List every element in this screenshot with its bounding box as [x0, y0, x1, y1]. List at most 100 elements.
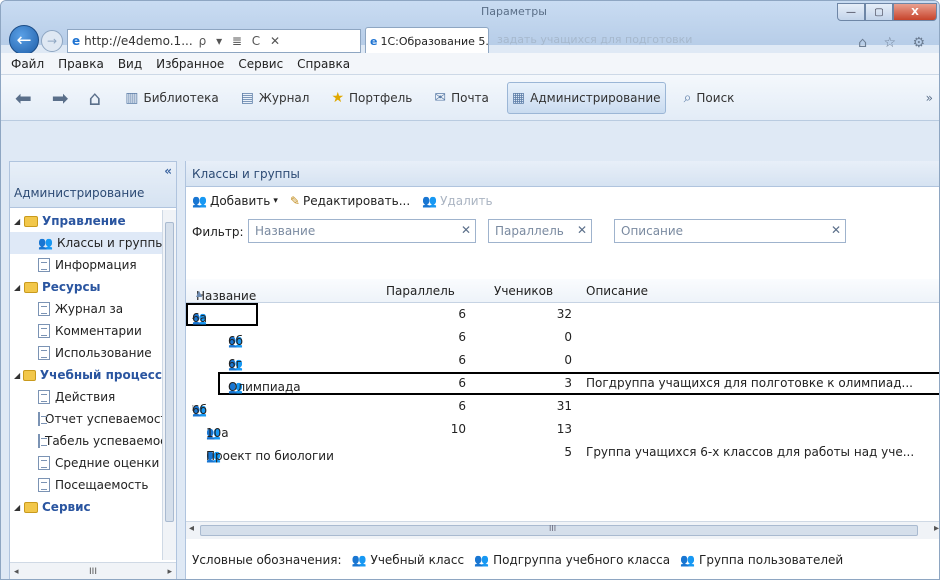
maximize-button[interactable]: ▢	[865, 3, 893, 21]
clear-parallel-icon[interactable]: ✕	[577, 223, 587, 237]
table-row[interactable]: 👥 10а 10 13	[186, 418, 939, 441]
table-row[interactable]: ▷ 👥 6б 6 31	[186, 395, 939, 418]
browser-tab[interactable]: e 1С:Образование 5. Школа ✕	[365, 27, 489, 55]
users-icon: 👥	[38, 236, 53, 250]
tree-item-usage[interactable]: Использование	[10, 342, 162, 364]
scroll-grip: III	[549, 524, 557, 533]
tree-item-info[interactable]: Информация	[10, 254, 162, 276]
main-title: Классы и группы	[186, 161, 939, 187]
toolbar-more-icon[interactable]: »	[926, 91, 933, 105]
toolbar-portfolio[interactable]: ★ Портфель	[327, 82, 416, 114]
menu-file[interactable]: Файл	[11, 57, 44, 71]
menu-favorites[interactable]: Избранное	[156, 57, 224, 71]
menu-view[interactable]: Вид	[118, 57, 142, 71]
add-button[interactable]: 👥 Добавить ▾	[192, 194, 278, 208]
delete-button[interactable]: 👥 Удалить	[422, 194, 492, 208]
toolbar-mail[interactable]: ✉ Почта	[430, 82, 493, 114]
expand-arrow-icon[interactable]: ◢	[14, 217, 24, 226]
filter-row: Фильтр: Название ✕ Параллель ✕ Описание …	[186, 217, 939, 247]
app-back-icon[interactable]: ⬅	[15, 86, 32, 110]
tree-label: Отчет успеваемости	[45, 412, 162, 426]
scroll-left-icon[interactable]: ◂	[189, 523, 194, 534]
tree-label: Посещаемость	[55, 478, 149, 492]
menu-tools[interactable]: Сервис	[238, 57, 283, 71]
back-button[interactable]: ←	[9, 25, 39, 55]
col-students[interactable]: Учеников	[494, 284, 553, 298]
filter-parallel-input[interactable]: Параллель ✕	[488, 219, 592, 243]
col-description[interactable]: Описание	[586, 284, 648, 298]
scroll-right-icon[interactable]: ▸	[934, 523, 939, 534]
row-description: Погдруппа учащихся для полготовке к олим…	[586, 376, 913, 390]
toolbar-library[interactable]: ▥ Библиотека	[121, 82, 222, 114]
tree-label: Табель успеваемости	[45, 434, 162, 448]
left-vertical-scrollbar[interactable]	[162, 210, 176, 560]
grid-toolbar: 👥 Добавить ▾ ✎ Редактировать... 👥 Удалить	[186, 187, 939, 215]
tree-group-service[interactable]: ◢ Сервис	[10, 496, 162, 518]
close-button[interactable]: X	[893, 3, 937, 21]
address-bar[interactable]: e http://e4demo.1... ρ ▾ ≣ C ✕	[67, 29, 361, 53]
tree-item-comments[interactable]: Комментарии	[10, 320, 162, 342]
filter-description-input[interactable]: Описание ✕	[614, 219, 846, 243]
menu-help[interactable]: Справка	[297, 57, 350, 71]
grid-horizontal-scrollbar[interactable]: ◂ III ▸	[186, 521, 939, 539]
minimize-button[interactable]: —	[837, 3, 865, 21]
main-panel: Классы и группы 👥 Добавить ▾ ✎ Редактироват…	[185, 161, 939, 579]
home-icon[interactable]: ⌂	[89, 86, 102, 110]
row-students: 13	[556, 422, 572, 436]
tree-item-actions[interactable]: Действия	[10, 386, 162, 408]
tree-item-report[interactable]: Отчет успеваемости	[10, 408, 162, 430]
address-tools[interactable]: ρ ▾ ≣ C ✕	[199, 34, 283, 48]
folder-icon	[24, 281, 38, 293]
col-parallel[interactable]: Параллель	[386, 284, 455, 298]
tree-label: Журнал за	[55, 302, 124, 316]
expand-arrow-icon[interactable]: ◢	[14, 503, 24, 512]
legend-class: 👥 Учебный класс	[352, 553, 465, 567]
scroll-left-icon[interactable]: ◂	[14, 567, 19, 577]
row-description: Группа учащихся 6-х классов для работы н…	[586, 445, 915, 459]
table-row[interactable]: 👥 Олимпиада 6 3 Погдруппа учащихся для по…	[186, 372, 939, 395]
tree-group-resources[interactable]: ◢ Ресурсы	[10, 276, 162, 298]
clear-description-icon[interactable]: ✕	[831, 223, 841, 237]
legend-class-label: Учебный класс	[370, 553, 465, 567]
edit-button[interactable]: ✎ Редактировать...	[290, 194, 410, 208]
row-name: Проект по биологии	[206, 449, 334, 463]
toolbar-journal[interactable]: ▤ Журнал	[237, 82, 314, 114]
row-students: 3	[564, 376, 572, 390]
scrollbar-thumb[interactable]: III	[200, 524, 918, 536]
table-row[interactable]: 👥 6б 6 0	[186, 326, 939, 349]
star-icon: ★	[331, 89, 344, 106]
tree-item-attendance[interactable]: Посещаемость	[10, 474, 162, 496]
tree-group-management[interactable]: ◢ Управление	[10, 210, 162, 232]
left-panel-title: Администрирование	[14, 186, 145, 200]
forward-button[interactable]: →	[41, 30, 63, 52]
clear-name-icon[interactable]: ✕	[461, 223, 471, 237]
tree-item-classes[interactable]: 👥 Классы и группы	[10, 232, 162, 254]
expand-arrow-icon[interactable]: ◢	[14, 283, 24, 292]
ie-icon: e	[72, 34, 81, 48]
tree-item-table[interactable]: Табель успеваемости	[10, 430, 162, 452]
document-icon	[38, 346, 50, 360]
left-horizontal-scrollbar[interactable]: ◂ III ▸	[10, 562, 176, 579]
row-parallel: 10	[450, 422, 466, 436]
tree-item-averages[interactable]: Средние оценки	[10, 452, 162, 474]
tree-item-journal[interactable]: Журнал за	[10, 298, 162, 320]
left-panel-header: « Администрирование	[10, 162, 176, 208]
app-forward-icon[interactable]: ➡	[52, 86, 69, 110]
table-row[interactable]: 👥 Проект по биологии 5 Группа учащихся 6-…	[186, 441, 939, 464]
document-icon	[38, 302, 50, 316]
menu-edit[interactable]: Правка	[58, 57, 104, 71]
collapse-panel-icon[interactable]: «	[164, 164, 172, 178]
toolbar-admin[interactable]: ▦ Администрирование	[506, 81, 666, 114]
tree-group-learning[interactable]: ◢ Учебный процесс	[10, 364, 162, 386]
tab-label: 1С:Образование 5. Школа	[380, 35, 489, 48]
toolbar-journal-label: Журнал	[258, 90, 310, 105]
table-row[interactable]: ◢ 👥 6а 6 32	[186, 303, 939, 326]
legend-subgroup: 👥 Подгруппа учебного класса	[474, 553, 670, 567]
table-row[interactable]: 👥 6г 6 0	[186, 349, 939, 372]
toolbar-search[interactable]: ⌕ Поиск	[680, 82, 739, 114]
browser-right-icons[interactable]: ⌂ ☆ ⚙	[858, 35, 931, 51]
scrollbar-thumb[interactable]	[165, 222, 174, 522]
expand-arrow-icon[interactable]: ◢	[14, 371, 23, 380]
filter-name-input[interactable]: Название ✕	[248, 219, 476, 243]
scroll-right-icon[interactable]: ▸	[167, 567, 172, 577]
